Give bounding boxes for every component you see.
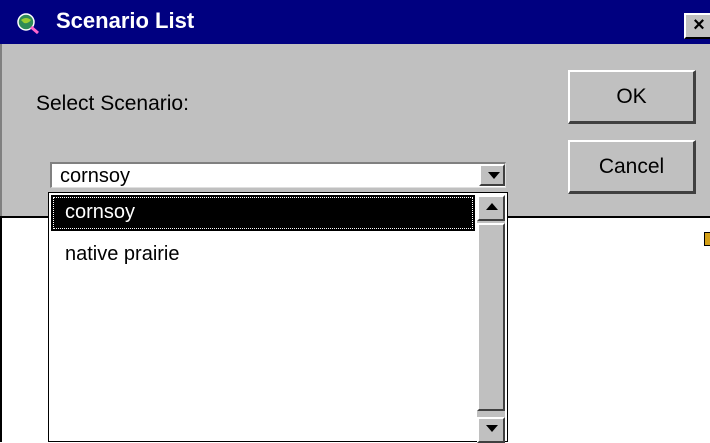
scroll-down-button[interactable]: [477, 417, 505, 443]
ok-button[interactable]: OK: [568, 70, 696, 124]
scenario-combobox[interactable]: cornsoy: [50, 162, 506, 188]
scroll-up-button[interactable]: [477, 195, 505, 221]
close-icon: ×: [693, 14, 705, 36]
title-bar: Scenario List ×: [0, 0, 710, 44]
arrow-down-icon: [486, 425, 498, 432]
dropdown-scrollbar[interactable]: [477, 195, 505, 443]
chevron-down-icon: [488, 172, 500, 179]
arrow-up-icon: [486, 203, 498, 210]
scenario-dropdown-list: cornsoy native prairie: [48, 192, 508, 443]
close-button[interactable]: ×: [684, 13, 710, 39]
combobox-value: cornsoy: [60, 165, 131, 187]
scroll-thumb[interactable]: [477, 223, 505, 411]
list-item-native-prairie[interactable]: native prairie: [51, 237, 475, 273]
list-item-cornsoy[interactable]: cornsoy: [51, 195, 475, 231]
cancel-button[interactable]: Cancel: [568, 140, 696, 194]
app-globe-icon: [17, 13, 39, 34]
select-scenario-label: Select Scenario:: [36, 92, 189, 115]
partial-icon: [704, 232, 710, 246]
combobox-dropdown-button[interactable]: [479, 164, 505, 186]
window-title: Scenario List: [56, 8, 195, 33]
